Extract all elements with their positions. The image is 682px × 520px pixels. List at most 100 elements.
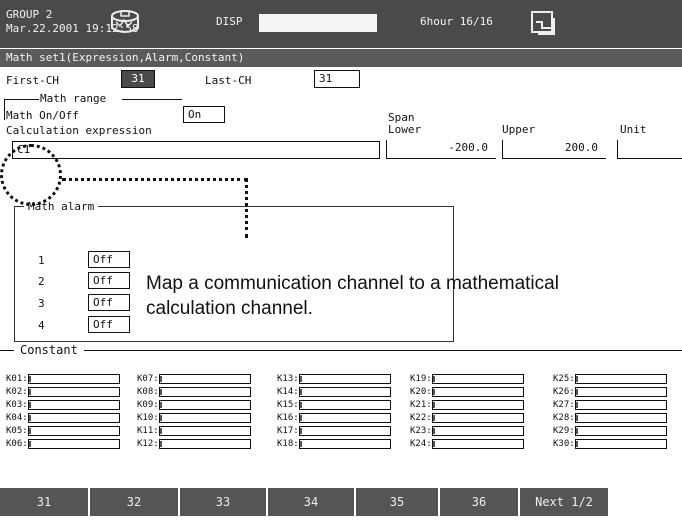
constant-field[interactable] [432,387,524,397]
constant-item-k06[interactable]: K06: [6,439,120,449]
constant-field[interactable] [299,413,391,423]
constant-cursor [29,402,31,408]
constant-field[interactable] [432,374,524,384]
constant-item-k17[interactable]: K17: [277,426,391,436]
constant-field[interactable] [575,413,667,423]
softkey-channel-33[interactable]: 33 [180,488,268,516]
constant-item-k28[interactable]: K28: [553,413,667,423]
softkey-next[interactable]: Next 1/2 [520,488,610,516]
softkey-bar: 31 32 33 34 35 36 Next 1/2 [0,484,682,520]
constant-item-k08[interactable]: K08: [137,387,251,397]
constant-field[interactable] [159,374,251,384]
constant-label: K26: [553,387,575,397]
constant-field[interactable] [159,426,251,436]
constant-item-k24[interactable]: K24: [410,439,524,449]
constant-cursor [160,441,162,447]
constant-cursor [160,376,162,382]
constant-item-k22[interactable]: K22: [410,413,524,423]
constant-cursor [576,415,578,421]
constant-field[interactable] [432,426,524,436]
constant-label: K12: [137,439,159,449]
softkey-channel-31[interactable]: 31 [0,488,90,516]
constant-label: K19: [410,374,432,384]
constant-field[interactable] [28,426,120,436]
constant-field[interactable] [28,439,120,449]
constant-item-k26[interactable]: K26: [553,387,667,397]
constant-item-k04[interactable]: K04: [6,413,120,423]
constant-item-k09[interactable]: K09: [137,400,251,410]
constant-cursor [576,441,578,447]
constant-cursor [160,428,162,434]
softkey-channel-35[interactable]: 35 [356,488,440,516]
constant-cursor [300,441,302,447]
constant-cursor [29,376,31,382]
constant-label: K30: [553,439,575,449]
constant-field[interactable] [299,387,391,397]
constant-item-k27[interactable]: K27: [553,400,667,410]
constant-item-k16[interactable]: K16: [277,413,391,423]
constant-item-k18[interactable]: K18: [277,439,391,449]
constant-field[interactable] [432,439,524,449]
constant-cursor [576,402,578,408]
constant-label: K24: [410,439,432,449]
constant-field[interactable] [159,413,251,423]
constant-item-k25[interactable]: K25: [553,374,667,384]
constant-field[interactable] [159,439,251,449]
constant-item-k15[interactable]: K15: [277,400,391,410]
constant-item-k14[interactable]: K14: [277,387,391,397]
constant-item-k01[interactable]: K01: [6,374,120,384]
constant-label: K22: [410,413,432,423]
constant-field[interactable] [299,426,391,436]
constant-field[interactable] [432,400,524,410]
constant-field[interactable] [299,374,391,384]
constant-label: K18: [277,439,299,449]
constant-item-k20[interactable]: K20: [410,387,524,397]
constant-item-k12[interactable]: K12: [137,439,251,449]
constant-label: K23: [410,426,432,436]
constant-item-k02[interactable]: K02: [6,387,120,397]
constant-label: K21: [410,400,432,410]
softkey-channel-34[interactable]: 34 [268,488,356,516]
constant-field[interactable] [575,426,667,436]
constant-field[interactable] [575,400,667,410]
constant-item-k29[interactable]: K29: [553,426,667,436]
constant-item-k23[interactable]: K23: [410,426,524,436]
constant-label: K07: [137,374,159,384]
softkey-channel-36[interactable]: 36 [440,488,520,516]
constant-item-k10[interactable]: K10: [137,413,251,423]
constant-label: K09: [137,400,159,410]
constant-label: K15: [277,400,299,410]
constant-field[interactable] [28,387,120,397]
constant-item-k05[interactable]: K05: [6,426,120,436]
constant-field[interactable] [28,400,120,410]
constant-field[interactable] [432,413,524,423]
constant-field[interactable] [28,374,120,384]
constant-label: K02: [6,387,28,397]
constant-cursor [300,376,302,382]
constant-field[interactable] [159,400,251,410]
constant-item-k11[interactable]: K11: [137,426,251,436]
constant-item-k19[interactable]: K19: [410,374,524,384]
constant-grid: K01: K02: K03: K04: K05: K06: K07: K08: K09: K10:… [0,0,682,520]
constant-label: K29: [553,426,575,436]
constant-item-k07[interactable]: K07: [137,374,251,384]
constant-cursor [29,389,31,395]
constant-label: K06: [6,439,28,449]
softkey-channel-32[interactable]: 32 [90,488,180,516]
constant-cursor [29,441,31,447]
constant-cursor [300,402,302,408]
constant-cursor [433,376,435,382]
constant-item-k30[interactable]: K30: [553,439,667,449]
constant-field[interactable] [575,439,667,449]
constant-field[interactable] [159,387,251,397]
constant-field[interactable] [28,413,120,423]
constant-field[interactable] [575,387,667,397]
constant-cursor [433,389,435,395]
constant-field[interactable] [575,374,667,384]
constant-item-k13[interactable]: K13: [277,374,391,384]
constant-field[interactable] [299,439,391,449]
constant-field[interactable] [299,400,391,410]
constant-item-k03[interactable]: K03: [6,400,120,410]
constant-label: K05: [6,426,28,436]
constant-item-k21[interactable]: K21: [410,400,524,410]
